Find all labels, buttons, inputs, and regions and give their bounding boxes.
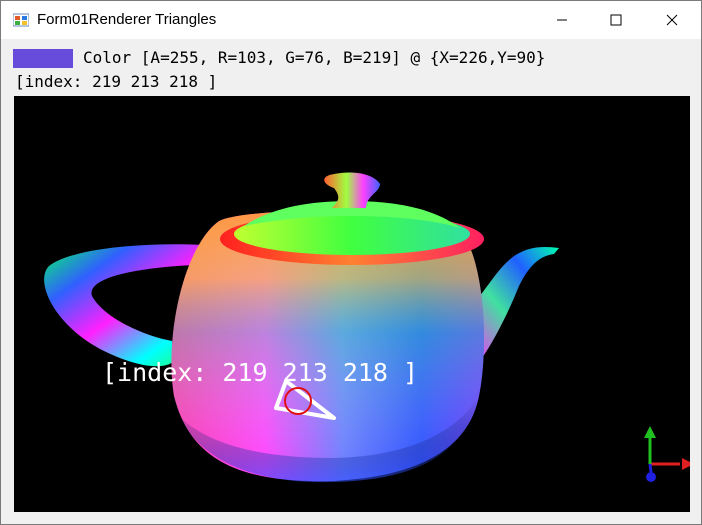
triangle-index-overlay: [index: 219 213 218 ] — [102, 358, 419, 387]
minimize-button[interactable] — [539, 1, 585, 39]
close-button[interactable] — [649, 1, 695, 39]
title-bar[interactable]: Form01Renderer Triangles — [1, 1, 701, 39]
minimize-icon — [557, 19, 567, 21]
maximize-button[interactable] — [593, 1, 639, 39]
winforms-app-icon — [13, 13, 29, 27]
picked-color-label: Color [A=255, R=103, G=76, B=219] @ {X=2… — [83, 48, 546, 67]
maximize-icon — [610, 14, 622, 26]
render-canvas[interactable]: [index: 219 213 218 ] — [14, 96, 690, 512]
axis-gizmo — [644, 426, 690, 482]
picked-color-swatch — [13, 49, 73, 68]
app-window: Form01Renderer Triangles Color [A=255, R… — [0, 0, 702, 525]
teapot-render — [44, 172, 690, 483]
triangle-index-label: [index: 219 213 218 ] — [15, 72, 218, 91]
close-icon — [666, 14, 678, 26]
window-title: Form01Renderer Triangles — [37, 11, 217, 28]
